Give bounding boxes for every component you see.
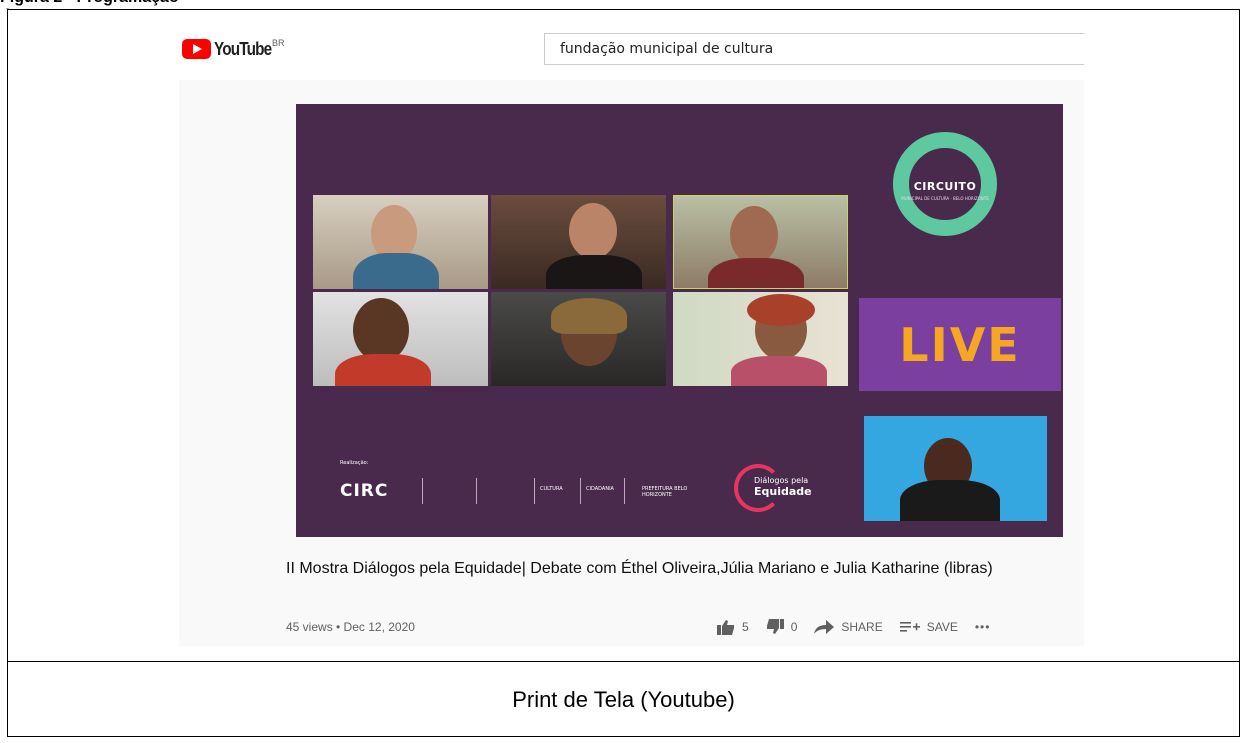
circ-logo: CIRC [340,481,389,501]
figure-caption: Print de Tela (Youtube) [512,686,735,712]
participant-tile [673,195,848,289]
save-label: SAVE [926,620,958,634]
libras-interpreter [864,416,1047,521]
circuito-sublabel: MUNICIPAL DE CULTURA · BELO HORIZONTE [901,196,989,201]
logo-divider [534,478,535,504]
playlist-add-icon [899,622,920,632]
live-text: LIVE [899,317,1021,372]
dislike-button[interactable]: 0 [766,619,798,635]
dialogos-logo: Diálogos pela Equidade [754,476,812,498]
logo-divider [476,478,477,504]
participant-tile [673,292,848,386]
share-arrow-icon [814,620,835,634]
figure-label-fragment: Figura 2 - Programação da Mostra [0,0,200,9]
participant-tile [313,195,488,289]
logo-divider [624,478,625,504]
cidadania-logo: CIDADANIA [586,486,614,492]
circuito-label: CIRCUITO [913,180,977,193]
save-button[interactable]: SAVE [899,620,958,634]
thumbs-up-icon [717,620,734,635]
share-label: SHARE [841,620,883,634]
video-player[interactable]: CIRCUITO MUNICIPAL DE CULTURA · BELO HOR… [296,104,1063,537]
search-input[interactable]: fundação municipal de cultura [544,33,1084,65]
search-value: fundação municipal de cultura [560,41,774,57]
like-count: 5 [742,620,749,634]
realizacao-label: Realização: [340,460,369,466]
logo-divider [580,478,581,504]
more-icon: ••• [974,620,991,634]
cultura-logo: CULTURA [540,486,563,492]
dislike-count: 0 [790,620,798,634]
youtube-play-icon [182,39,211,59]
equidade-text: Equidade [754,485,812,498]
dialogos-text: Diálogos pela [754,476,809,485]
share-button[interactable]: SHARE [814,620,883,634]
like-button[interactable]: 5 [717,619,749,635]
participant-tile [491,292,666,386]
participant-tile [313,292,488,386]
region-code: BR [272,38,285,48]
logo-divider [422,478,423,504]
youtube-logo[interactable]: YouTube [182,37,281,61]
video-views-date: 45 views • Dec 12, 2020 [286,620,415,634]
video-actions: 5 0 SHARE SAVE ••• [717,619,1007,635]
more-actions-button[interactable]: ••• [975,620,991,634]
video-title[interactable]: II Mostra Diálogos pela Equidade| Debate… [286,558,1066,579]
youtube-wordmark: YouTube [214,38,272,59]
thumbs-down-icon [766,619,784,634]
participant-tile [491,195,666,289]
prefeitura-logo: PREFEITURA BELO HORIZONTE [642,486,688,498]
live-badge: LIVE [859,298,1061,391]
